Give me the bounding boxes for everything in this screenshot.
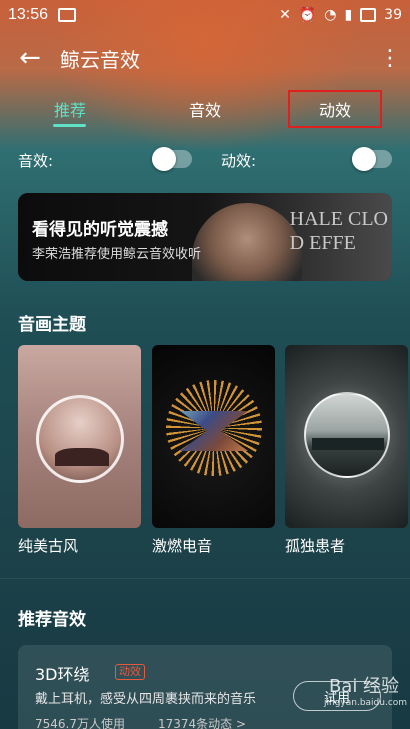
effect-user-count: 7546.7万人使用 [35, 717, 125, 729]
tab-recommend[interactable]: 推荐 [30, 90, 110, 128]
toggle-knob [152, 147, 176, 171]
theme-card-lonely[interactable] [285, 345, 408, 528]
toggle-knob [352, 147, 376, 171]
pavilion-art [55, 448, 109, 466]
promo-banner[interactable]: HALE CLO D EFFE 看得见的听觉震撼 李荣浩推荐使用鲸云音效收听 [18, 193, 392, 281]
more-vert-icon[interactable]: ⋮ [370, 30, 410, 86]
wifi-icon: ◔ [324, 7, 337, 23]
recommend-section-title: 推荐音效 [18, 610, 86, 630]
app-bar: ← 鲸云音效 ⋮ [0, 30, 410, 86]
signal-icon: ▮ [344, 7, 353, 23]
sound-toggle[interactable] [152, 147, 192, 171]
theme-label: 孤独患者 [285, 537, 346, 555]
battery-icon [360, 8, 377, 22]
motion-toggle[interactable] [352, 147, 392, 171]
mute-icon: ✕ [279, 7, 291, 23]
watermark-brand: Bai 经验 [328, 676, 400, 697]
section-divider [0, 578, 410, 579]
motion-switch-label: 动效: [221, 152, 257, 170]
baidu-watermark: Bai 经验 jingyan.baidu.com [324, 672, 408, 722]
theme-label: 纯美古风 [18, 537, 79, 555]
tab-motion-effects[interactable]: 动效 [288, 90, 382, 128]
theme-art-ring [36, 395, 124, 483]
tab-bar: 推荐 音效 动效 [0, 90, 410, 128]
theme-section-title: 音画主题 [18, 315, 86, 335]
effect-badge: 动效 [115, 664, 145, 680]
page-title: 鲸云音效 [60, 49, 140, 72]
arrow-left-icon[interactable]: ← [0, 30, 60, 86]
banner-background-text: HALE CLO D EFFE [289, 208, 388, 254]
effect-post-count[interactable]: 17374条动态 > [158, 715, 246, 729]
banner-title: 看得见的听觉震撼 [32, 220, 168, 240]
switch-row: 音效: 动效: [0, 145, 410, 175]
lake-art [312, 438, 384, 450]
active-tab-indicator [53, 124, 86, 127]
banner-subtitle: 李荣浩推荐使用鲸云音效收听 [32, 247, 202, 262]
theme-art-ring [304, 392, 390, 478]
sound-switch-label: 音效: [18, 152, 54, 170]
theme-card-ancient[interactable] [18, 345, 141, 528]
theme-card-electronic[interactable] [152, 345, 275, 528]
battery-level: 39 [384, 7, 402, 23]
status-bar: 13:56 ✕ ⏰ ◔ ▮ 39 [0, 0, 410, 30]
status-icons: ✕ ⏰ ◔ ▮ 39 [279, 7, 402, 23]
effect-description: 戴上耳机，感受从四周裹挟而来的音乐 [35, 692, 257, 707]
theme-label: 激燃电音 [152, 537, 213, 555]
watermark-site: jingyan.baidu.com [324, 698, 408, 708]
effect-name: 3D环绕 [35, 665, 90, 684]
tab-sound-effects[interactable]: 音效 [165, 90, 245, 128]
image-notification-icon [58, 8, 77, 22]
alarm-icon: ⏰ [298, 7, 317, 23]
status-time: 13:56 [8, 6, 49, 23]
